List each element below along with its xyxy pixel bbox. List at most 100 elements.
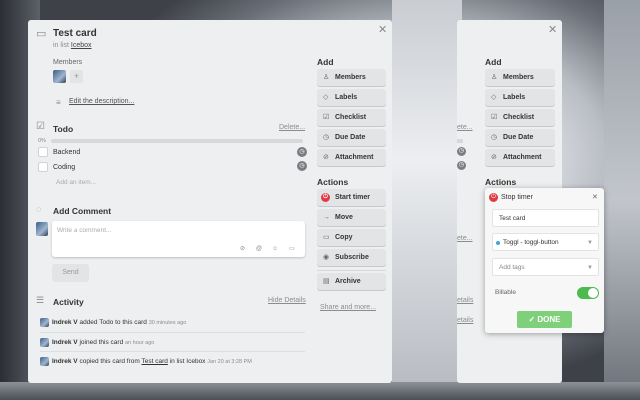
background-middle (392, 0, 462, 400)
actions-section-title: Actions (485, 177, 517, 187)
card-icon: ▭ (36, 28, 47, 40)
timer-icon[interactable]: ◷ (457, 161, 466, 170)
checklist-item-label[interactable]: Backend (53, 149, 80, 156)
button-label: Due Date (335, 134, 366, 141)
copy-button[interactable]: ▭ Copy (317, 229, 386, 246)
button-label: Archive (335, 278, 361, 285)
activity-title: Activity (53, 297, 84, 307)
background-right (604, 0, 640, 400)
checklist-button[interactable]: ☑ Checklist (485, 109, 555, 126)
share-more-link[interactable]: Share and more... (320, 304, 376, 311)
button-label: Members (503, 74, 534, 81)
add-section-title: Add (317, 57, 334, 67)
activity-avatar (40, 357, 49, 366)
timer-icon[interactable]: ◷ (297, 161, 307, 171)
add-item-link[interactable]: Add an item... (56, 179, 96, 186)
comment-placeholder: Write a comment... (57, 227, 112, 234)
card-link-icon[interactable]: ▭ (289, 244, 295, 254)
sidebar-divider (317, 270, 386, 271)
activity-icon: ☰ (36, 295, 45, 305)
partial-details-link[interactable]: etails (457, 297, 473, 304)
checklist-button[interactable]: ☑ Checklist (317, 109, 386, 126)
done-button[interactable]: ✓ DONE (517, 311, 572, 328)
edit-description-link[interactable]: Edit the description... (69, 98, 134, 105)
button-label: Labels (335, 94, 358, 101)
send-button[interactable]: Send (52, 264, 89, 282)
labels-button[interactable]: ◇ Labels (485, 89, 555, 106)
project-select[interactable]: Toggl - toggl-button ▼ (492, 233, 599, 251)
clock-icon: ◷ (323, 134, 330, 141)
partial-progress-bar (457, 139, 463, 143)
timer-icon[interactable]: ◷ (457, 147, 466, 156)
person-icon: ♙ (323, 74, 330, 81)
activity-user[interactable]: Indrek V (52, 358, 78, 365)
timer-icon[interactable]: ◷ (297, 147, 307, 157)
tags-select[interactable]: Add tags ▼ (492, 258, 599, 276)
partial-details-link[interactable]: etails (457, 317, 473, 324)
in-list-prefix: in list (53, 42, 71, 49)
activity-text: in list Icebox (167, 358, 208, 365)
comment-input[interactable]: Write a comment... ⊘ @ ☺ ▭ (52, 221, 305, 257)
add-section-title: Add (485, 57, 502, 67)
hide-details-link[interactable]: Hide Details (268, 297, 306, 304)
checklist-item-checkbox[interactable] (38, 162, 48, 172)
clock-icon: ◷ (491, 134, 498, 141)
activity-time[interactable]: 30 minutes ago (149, 320, 187, 326)
eye-icon: ◉ (323, 254, 330, 261)
billable-toggle[interactable] (577, 287, 599, 299)
card-list-info: in list Icebox (53, 42, 92, 49)
mention-icon[interactable]: @ (256, 244, 262, 254)
archive-button[interactable]: ▤ Archive (317, 273, 386, 290)
start-timer-button[interactable]: ⏻ Start timer (317, 189, 386, 206)
labels-button[interactable]: ◇ Labels (317, 89, 386, 106)
emoji-icon[interactable]: ☺ (272, 244, 278, 254)
list-link[interactable]: Icebox (71, 42, 92, 49)
activity-card-link[interactable]: Test card (141, 358, 167, 365)
button-label: Members (335, 74, 366, 81)
activity-divider (40, 351, 305, 352)
activity-user[interactable]: Indrek V (52, 319, 78, 326)
activity-avatar (40, 318, 49, 327)
add-member-button[interactable]: + (70, 70, 83, 83)
description-input[interactable]: Test card (492, 209, 599, 227)
checklist-item-checkbox[interactable] (38, 147, 48, 157)
project-color-dot (496, 241, 500, 245)
members-button[interactable]: ♙ Members (317, 69, 386, 86)
button-label: Move (335, 214, 353, 221)
project-label: Toggl - toggl-button (503, 239, 559, 246)
member-avatar[interactable] (53, 70, 66, 83)
partial-delete-link[interactable]: ete... (457, 235, 473, 242)
members-button[interactable]: ♙ Members (485, 69, 555, 86)
activity-user[interactable]: Indrek V (52, 339, 78, 346)
checklist-delete-link[interactable]: Delete... (279, 124, 305, 131)
add-comment-title: Add Comment (53, 206, 112, 216)
due-date-button[interactable]: ◷ Due Date (317, 129, 386, 146)
card-title[interactable]: Test card (53, 28, 97, 39)
activity-time[interactable]: an hour ago (125, 340, 154, 346)
activity-time[interactable]: Jan 20 at 3:28 PM (207, 359, 252, 365)
partial-delete-link[interactable]: ete... (457, 124, 473, 131)
paperclip-icon: ⊘ (491, 154, 497, 161)
move-button[interactable]: → Move (317, 209, 386, 226)
close-icon[interactable]: ✕ (378, 25, 387, 36)
checklist-title[interactable]: Todo (53, 124, 73, 134)
checklist-item-label[interactable]: Coding (53, 164, 75, 171)
attach-icon[interactable]: ⊘ (240, 244, 245, 254)
attachment-button[interactable]: ⊘ Attachment (317, 149, 386, 166)
checklist-icon: ☑ (36, 121, 45, 132)
due-date-button[interactable]: ◷ Due Date (485, 129, 555, 146)
button-label: Checklist (503, 114, 535, 121)
button-label: Start timer (335, 194, 371, 201)
activity-text: joined this card (77, 339, 125, 346)
comment-icon: ◌ (36, 204, 42, 214)
activity-text: copied this card from (77, 358, 142, 365)
activity-text: added Todo to this card (77, 319, 149, 326)
close-icon[interactable]: ✕ (592, 193, 598, 201)
attachment-button[interactable]: ⊘ Attachment (485, 149, 555, 166)
user-avatar (36, 222, 48, 236)
stop-timer-label[interactable]: Stop timer (501, 194, 533, 201)
activity-divider (40, 332, 305, 333)
stop-timer-icon[interactable]: ⏻ (489, 193, 498, 202)
subscribe-button[interactable]: ◉ Subscribe (317, 249, 386, 266)
close-icon[interactable]: ✕ (548, 25, 557, 36)
